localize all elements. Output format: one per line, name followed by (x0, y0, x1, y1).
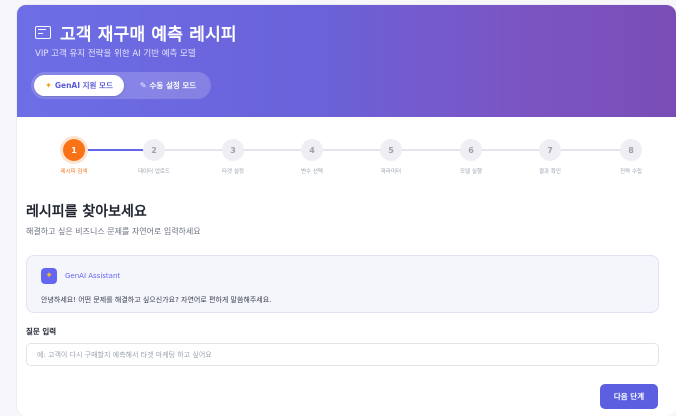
step-label: 변수 선택 (301, 169, 323, 175)
assistant-message: 안녕하세요! 어떤 문제를 해결하고 싶으신가요? 자연어로 편하게 말씀해주세… (41, 296, 272, 304)
step-label: 레시피 검색 (60, 169, 88, 175)
assistant-name: GenAI Assistant (65, 272, 121, 280)
step-label: 모델 실행 (460, 169, 482, 175)
section-title: 레시피를 찾아보세요 (26, 204, 147, 220)
pencil-icon: ✎ (139, 81, 147, 90)
step-number: 1 (63, 139, 85, 161)
assistant-header: ✦ GenAI Assistant (41, 268, 120, 284)
document-icon (35, 26, 51, 39)
title-row: 고객 재구매 예측 레시피 (35, 20, 237, 45)
step-3[interactable]: 3 타겟 설정 (198, 139, 268, 175)
sparkle-icon: ✦ (41, 268, 57, 284)
step-5[interactable]: 5 파라미터 (356, 139, 426, 175)
step-number: 4 (301, 139, 323, 161)
step-label: 타겟 설정 (222, 169, 244, 175)
manual-mode-button[interactable]: ✎ 수동 설정 모드 (129, 75, 207, 96)
step-number: 5 (380, 139, 402, 161)
assistant-message-box: ✦ GenAI Assistant 안녕하세요! 어떤 문제를 해결하고 싶으신… (26, 255, 659, 313)
step-label: 데이터 업로드 (137, 169, 171, 175)
recipe-card: 고객 재구매 예측 레시피 VIP 고객 유지 전략을 위한 AI 기반 예측 … (16, 4, 676, 416)
genai-mode-label: GenAI 지원 모드 (54, 81, 113, 90)
section-description: 해결하고 싶은 비즈니스 문제를 자연어로 입력하세요 (26, 227, 201, 236)
page-subtitle: VIP 고객 유지 전략을 위한 AI 기반 예측 모델 (35, 49, 196, 59)
step-7[interactable]: 7 결과 확인 (515, 139, 585, 175)
step-label: 파라미터 (380, 169, 402, 175)
step-8[interactable]: 8 전략 수립 (596, 139, 666, 175)
mode-toggle: ✦ GenAI 지원 모드 ✎ 수동 설정 모드 (31, 72, 211, 99)
step-2[interactable]: 2 데이터 업로드 (119, 139, 189, 175)
step-label: 결과 확인 (539, 169, 561, 175)
question-label: 질문 입력 (26, 327, 57, 336)
step-number: 3 (222, 139, 244, 161)
page-title: 고객 재구매 예측 레시피 (60, 25, 237, 45)
step-4[interactable]: 4 변수 선택 (277, 139, 347, 175)
step-number: 8 (620, 139, 642, 161)
step-number: 7 (539, 139, 561, 161)
step-6[interactable]: 6 모델 실행 (436, 139, 506, 175)
manual-mode-label: 수동 설정 모드 (149, 81, 197, 90)
app-background: 고객 재구매 예측 레시피 VIP 고객 유지 전략을 위한 AI 기반 예측 … (0, 0, 676, 416)
step-label: 전략 수립 (620, 169, 642, 175)
step-number: 2 (143, 139, 165, 161)
genai-mode-button[interactable]: ✦ GenAI 지원 모드 (34, 75, 124, 96)
step-1[interactable]: 1 레시피 검색 (39, 139, 109, 175)
progress-stepper: 1 레시피 검색 2 데이터 업로드 3 타겟 설정 4 변수 선택 5 파라미… (17, 139, 676, 179)
sparkle-icon: ✦ (45, 81, 52, 90)
next-step-button[interactable]: 다음 단계 (600, 384, 658, 409)
header-banner: 고객 재구매 예측 레시피 VIP 고객 유지 전략을 위한 AI 기반 예측 … (17, 5, 676, 117)
question-input[interactable] (26, 343, 659, 366)
step-number: 6 (460, 139, 482, 161)
